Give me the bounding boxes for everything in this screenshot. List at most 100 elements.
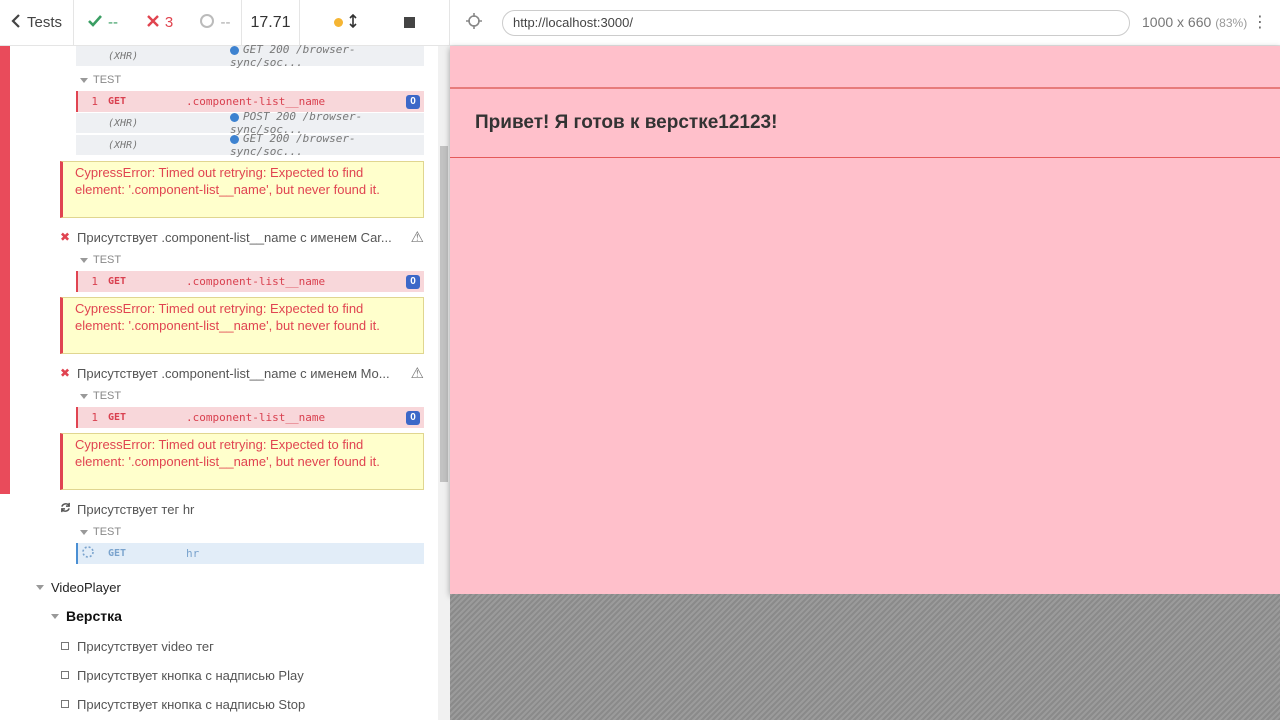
command-type: (XHR) — [108, 139, 139, 151]
url-input[interactable]: http://localhost:3000/ — [502, 10, 1130, 36]
viewport-size: 1000 x 660 (83%) — [1142, 14, 1247, 30]
retry-icon — [60, 502, 77, 516]
hook-label: TEST — [93, 526, 122, 538]
suite-layout[interactable]: Верстка — [51, 608, 122, 624]
failed-suite-indicator — [0, 46, 10, 494]
stop-icon[interactable] — [404, 17, 416, 28]
page-heading: Привет! Я готов к верстке12123! — [475, 112, 778, 133]
command-number: 1 — [91, 275, 98, 288]
command-row-xhr[interactable]: (XHR) GET 200 /browser-sync/soc... — [76, 132, 424, 158]
command-row-get-pending[interactable]: GET hr — [76, 543, 424, 564]
warning-icon: ⚠ — [410, 365, 424, 382]
horizontal-rule — [450, 87, 1280, 89]
horizontal-rule — [450, 157, 1280, 158]
test-title-text: Присутствует тег hr — [77, 501, 195, 517]
auto-scroll-toggle[interactable] — [333, 13, 357, 32]
hook-test-toggle[interactable]: TEST — [80, 390, 121, 402]
test-title-text: Присутствует кнопка с надписью Play — [77, 667, 304, 683]
hook-label: TEST — [93, 74, 122, 86]
command-row-get-failed[interactable]: 1 GET .component-list__name 0 — [76, 271, 424, 292]
hook-test-toggle[interactable]: TEST — [80, 526, 121, 538]
viewport-dimensions: 1000 x 660 — [1142, 14, 1212, 30]
pending-value: -- — [220, 14, 231, 31]
warning-icon: ⚠ — [410, 229, 424, 246]
reporter-toolbar: Tests -- 3 -- 17.71 — [0, 0, 450, 46]
spinner-icon — [78, 546, 108, 561]
hook-label: TEST — [93, 254, 122, 266]
suite-title: Верстка — [66, 608, 122, 624]
aut-iframe: Привет! Я готов к верстке12123! — [450, 46, 1280, 594]
x-icon — [146, 14, 159, 31]
resize-icon — [349, 13, 357, 32]
x-icon: ✖ — [60, 230, 71, 244]
command-name: GET — [108, 548, 127, 559]
error-message[interactable]: CypressError: Timed out retrying: Expect… — [60, 161, 424, 218]
chevron-left-icon — [11, 13, 21, 32]
command-message: .component-list__name — [186, 275, 326, 288]
command-name: GET — [108, 276, 127, 287]
command-row-get-failed[interactable]: 1 GET .component-list__name 0 — [76, 407, 424, 428]
checkbox-icon — [61, 642, 69, 650]
command-row-get-failed[interactable]: 1 GET .component-list__name 0 — [76, 91, 424, 112]
command-row-xhr[interactable]: (XHR) POST 200 /browser-sync/soc... — [76, 110, 424, 136]
command-message-wrap: GET 200 /browser-sync/soc... — [184, 43, 424, 69]
checkbox-icon — [61, 671, 69, 679]
error-message[interactable]: CypressError: Timed out retrying: Expect… — [60, 433, 424, 490]
passed-value: -- — [108, 14, 118, 31]
xhr-status-dot-icon — [230, 112, 239, 122]
yellow-dot-icon — [333, 18, 343, 27]
command-message: GET 200 /browser-sync/soc... — [230, 43, 356, 69]
hook-label: TEST — [93, 390, 122, 402]
test-title-text: Присутствует video тег — [77, 638, 214, 654]
command-message: hr — [186, 547, 200, 560]
test-title-pending[interactable]: Присутствует video тег — [60, 638, 424, 654]
test-title-text: Присутствует .component-list__name с име… — [77, 229, 392, 245]
command-message-wrap: GET 200 /browser-sync/soc... — [184, 132, 424, 158]
app-under-test: http://localhost:3000/ 1000 x 660 (83%) … — [450, 0, 1280, 720]
command-message: .component-list__name — [186, 411, 326, 424]
viewport-scale: (83%) — [1215, 16, 1248, 30]
pending-count: -- — [188, 0, 242, 46]
suite-title: VideoPlayer — [51, 580, 121, 595]
hook-test-toggle[interactable]: TEST — [80, 254, 121, 266]
suite-video-player[interactable]: VideoPlayer — [36, 580, 121, 595]
failed-count: 3 — [132, 0, 188, 46]
aut-background — [450, 594, 1280, 720]
hook-test-toggle[interactable]: TEST — [80, 74, 121, 86]
test-title-running[interactable]: Присутствует тег hr — [60, 500, 424, 518]
crosshair-icon[interactable] — [465, 12, 483, 35]
command-number: 1 — [91, 95, 98, 108]
test-title-failed[interactable]: ✖ Присутствует .component-list__name с и… — [60, 228, 424, 246]
checkbox-icon — [61, 700, 69, 708]
element-count-badge: 0 — [406, 410, 420, 425]
element-count-badge: 0 — [406, 274, 420, 289]
triangle-down-icon — [80, 257, 88, 263]
command-name: GET — [108, 96, 127, 107]
test-title-pending[interactable]: Присутствует кнопка с надписью Stop — [60, 696, 424, 712]
reporter-scrollbar-thumb[interactable] — [440, 146, 448, 482]
test-title-pending[interactable]: Присутствует кнопка с надписью Play — [60, 667, 424, 683]
test-title-failed[interactable]: ✖ Присутствует .component-list__name с и… — [60, 364, 424, 382]
command-name: GET — [108, 412, 127, 423]
test-title-text: Присутствует .component-list__name с име… — [77, 365, 390, 381]
x-icon: ✖ — [60, 366, 71, 380]
check-icon — [88, 14, 102, 31]
more-icon[interactable]: ⋮ — [1252, 12, 1268, 32]
tests-back-button[interactable]: Tests — [0, 0, 74, 46]
test-title-text: Присутствует кнопка с надписью Stop — [77, 696, 306, 712]
command-type: (XHR) — [108, 50, 139, 62]
command-message: .component-list__name — [186, 95, 326, 108]
spinner-icon — [199, 13, 215, 33]
command-row-xhr[interactable]: (XHR) GET 200 /browser-sync/soc... — [76, 43, 424, 69]
triangle-down-icon — [80, 77, 88, 83]
duration: 17.71 — [242, 0, 300, 46]
error-message[interactable]: CypressError: Timed out retrying: Expect… — [60, 297, 424, 354]
passed-count: -- — [74, 0, 132, 46]
command-number: 1 — [91, 411, 98, 424]
run-controls — [300, 0, 450, 46]
xhr-status-dot-icon — [230, 134, 239, 144]
triangle-down-icon — [36, 585, 44, 590]
command-message: GET 200 /browser-sync/soc... — [230, 132, 356, 158]
failed-value: 3 — [164, 14, 174, 31]
tests-label: Tests — [26, 14, 62, 31]
